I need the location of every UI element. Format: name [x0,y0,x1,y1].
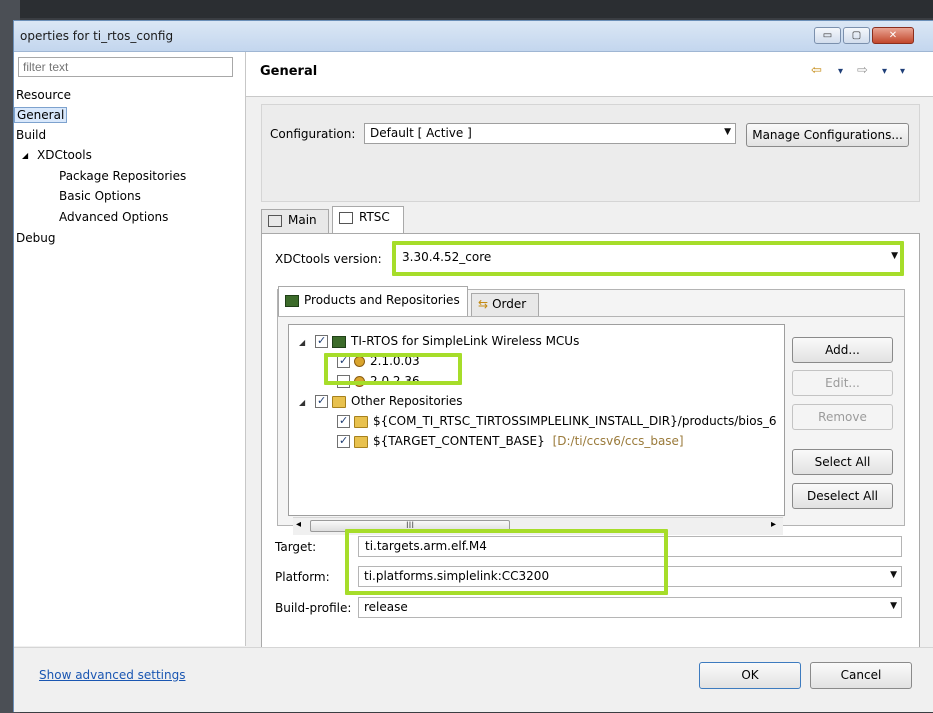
table-icon [339,211,353,224]
checkbox-target-content[interactable] [337,432,350,450]
deselect-all-button[interactable]: Deselect All [792,483,893,509]
ok-button[interactable]: OK [699,662,801,689]
tree-row-other-repos[interactable]: ◢ Other Repositories [299,392,463,410]
tab-main-label: Main [288,213,317,227]
rtsc-tab-content: XDCtools version: 3.30.4.52_core ▼ Produ… [261,233,920,660]
dialog-footer: Show advanced settings OK Cancel [14,647,933,712]
tree-row-tirtos-label: TI-RTOS for SimpleLink Wireless MCUs [351,334,580,348]
tree-row-target-content-path: [D:/ti/ccsv6/ccs_base] [552,434,684,448]
page-title: General [260,64,318,79]
page-header: General ⇦ ▾ ⇨ ▾ ▾ [246,52,933,97]
target-platform-highlight [345,529,668,595]
chevron-down-icon: ▼ [724,127,731,137]
show-advanced-settings-link[interactable]: Show advanced settings [39,668,186,682]
tree-row-target-content-label: ${TARGET_CONTENT_BASE} [373,434,545,448]
configuration-label: Configuration: [270,127,356,141]
checkbox-tirtos[interactable] [315,332,328,350]
remove-button[interactable]: Remove [792,404,893,430]
add-button[interactable]: Add... [792,337,893,363]
filter-input[interactable] [18,57,233,77]
subtab-products[interactable]: Products and Repositories [278,286,468,316]
tree-item-xdctools[interactable]: XDCtools [37,148,92,162]
books-icon [332,335,346,348]
configuration-value: Default [ Active ] [370,126,472,140]
manage-configurations-button[interactable]: Manage Configurations... [746,123,909,147]
configuration-group: Configuration: Default [ Active ] ▼ Mana… [261,104,920,202]
tree-row-target-content[interactable]: ${TARGET_CONTENT_BASE} [D:/ti/ccsv6/ccs_… [337,432,684,450]
checkbox-other-repos[interactable] [315,392,328,410]
subtab-products-label: Products and Repositories [304,293,460,307]
back-arrow-icon[interactable]: ⇦ [811,63,822,78]
chevron-down-icon: ▼ [890,601,897,611]
platform-label: Platform: [275,570,330,584]
window-title: operties for ti_rtos_config [20,29,174,43]
checkbox-bios-path[interactable] [337,412,350,430]
tree-item-build[interactable]: Build [16,128,46,142]
tree-row-bios-path-label: ${COM_TI_RTSC_TIRTOSSIMPLELINK_INSTALL_D… [373,414,777,428]
tree-item-debug[interactable]: Debug [16,231,55,245]
tree-row-tirtos[interactable]: ◢ TI-RTOS for SimpleLink Wireless MCUs [299,332,579,350]
target-label: Target: [275,540,317,554]
table-icon [268,214,282,227]
tree-item-advanced-options[interactable]: Advanced Options [59,210,168,224]
background-top [0,0,933,18]
tree-item-basic-options[interactable]: Basic Options [59,189,141,203]
tree-item-package-repositories[interactable]: Package Repositories [59,169,186,183]
subtab-order-label: Order [492,297,527,311]
select-all-button[interactable]: Select All [792,449,893,475]
folder-icon [332,395,346,408]
scroll-right-icon[interactable]: ▸ [771,519,776,530]
close-button[interactable]: ✕ [872,27,914,44]
chevron-down-icon: ▼ [890,570,897,580]
build-profile-select[interactable]: release ▼ [358,597,902,618]
cancel-button[interactable]: Cancel [810,662,912,689]
title-bar: operties for ti_rtos_config ▭ ▢ ✕ [14,21,933,52]
forward-dropdown-icon[interactable]: ▾ [882,66,887,77]
version-highlight [324,353,462,385]
folder-icon [354,435,368,448]
build-profile-value: release [364,600,408,614]
settings-pane: General ⇦ ▾ ⇨ ▾ ▾ Configuration: Default… [246,52,933,660]
maximize-button[interactable]: ▢ [843,27,870,44]
view-menu-icon[interactable]: ▾ [900,66,905,77]
tab-main[interactable]: Main [261,209,329,233]
xdctools-version-label: XDCtools version: [275,252,382,266]
expand-arrow-icon: ◢ [299,338,306,347]
build-profile-label: Build-profile: [275,601,352,615]
products-repositories-group: Products and Repositories ⇆Order ◢ TI-RTO… [277,286,905,535]
tab-rtsc-label: RTSC [359,210,390,224]
properties-dialog: operties for ti_rtos_config ▭ ▢ ✕ Resour… [13,20,933,712]
xdctools-highlight [392,241,904,276]
subtab-order[interactable]: ⇆ Order [471,293,539,316]
back-dropdown-icon[interactable]: ▾ [838,66,843,77]
expand-arrow-icon: ◢ [299,398,306,407]
configuration-select[interactable]: Default [ Active ] ▼ [364,123,736,144]
expand-arrow-icon[interactable]: ◢ [22,151,28,160]
edit-button[interactable]: Edit... [792,370,893,396]
forward-arrow-icon[interactable]: ⇨ [857,63,868,78]
books-icon [285,294,299,307]
tree-row-bios-path[interactable]: ${COM_TI_RTSC_TIRTOSSIMPLELINK_INSTALL_D… [337,412,783,430]
tree-item-resource[interactable]: Resource [16,88,71,102]
tree-item-general[interactable]: General [14,107,68,123]
order-icon: ⇆ [478,297,489,311]
tab-rtsc[interactable]: RTSC [332,206,404,233]
tree-row-other-repos-label: Other Repositories [351,394,463,408]
minimize-button[interactable]: ▭ [814,27,841,44]
property-tree-pane: Resource General Build ◢ XDCtools Packag… [14,52,246,646]
scroll-left-icon[interactable]: ◂ [296,519,301,530]
folder-icon [354,415,368,428]
